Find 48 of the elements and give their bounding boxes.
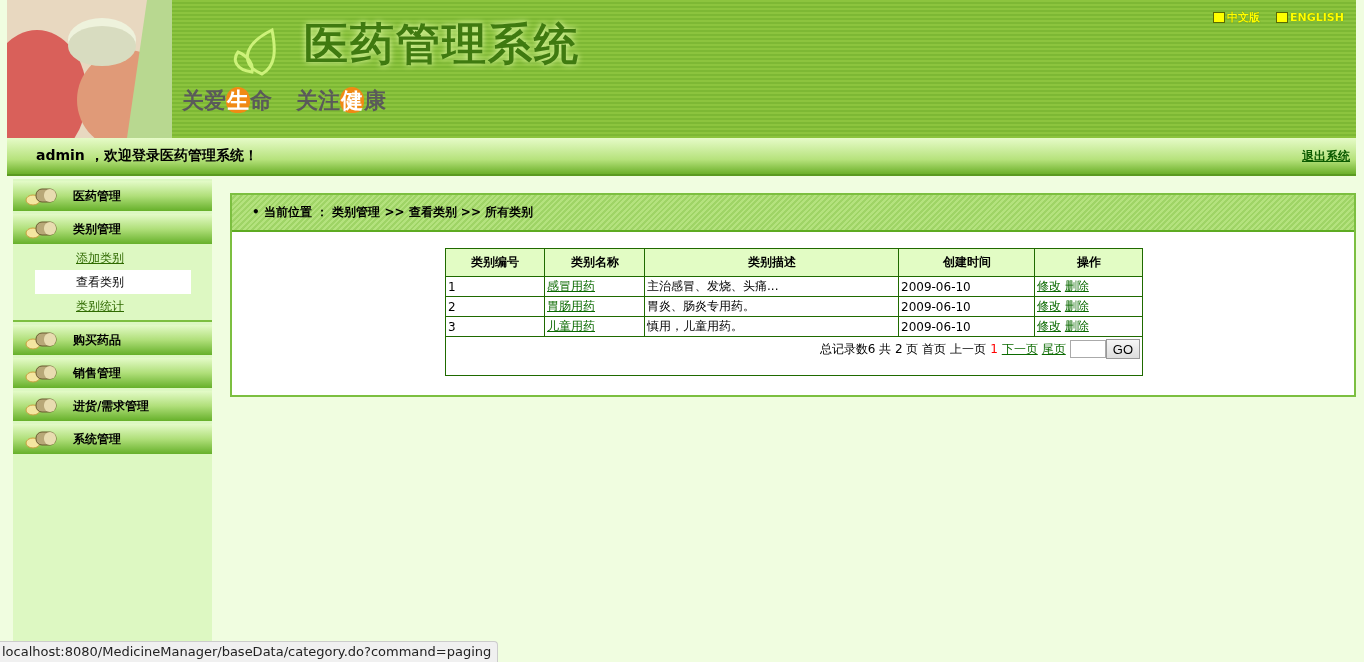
submenu-link[interactable]: 类别统计 — [35, 294, 191, 318]
submenu-link[interactable]: 查看类别 — [35, 270, 191, 294]
pager-info: 总记录数6 共 2 页 首页 上一页 — [819, 340, 987, 358]
capsule-icon — [24, 218, 60, 240]
breadcrumb: • 当前位置 ： 类别管理 >> 查看类别 >> 所有类别 — [232, 195, 1354, 232]
status-url: localhost:8080/MedicineManager/baseData/category.do?command=paging — [0, 641, 499, 662]
submenu-link[interactable]: 添加类别 — [35, 246, 191, 270]
capsule-icon — [24, 329, 60, 351]
capsule-icon — [24, 185, 60, 207]
go-button[interactable]: GO — [1105, 339, 1140, 359]
logout-link[interactable]: 退出系统 — [1302, 147, 1350, 165]
table-cell: 2009-06-10 — [898, 316, 1035, 337]
column-header: 操作 — [1034, 248, 1143, 277]
action-link[interactable]: 修改 — [1037, 319, 1061, 333]
column-header: 类别名称 — [544, 248, 645, 277]
pager-link[interactable]: 下一页 — [1001, 340, 1038, 358]
sidebar-menu-item[interactable]: 类别管理 — [13, 214, 212, 244]
column-header: 类别描述 — [644, 248, 899, 277]
table-cell: 胃炎、肠炎专用药。 — [644, 296, 899, 317]
action-link[interactable]: 修改 — [1037, 299, 1061, 313]
action-link[interactable]: 删除 — [1064, 279, 1089, 293]
table-cell: 2009-06-10 — [898, 296, 1035, 317]
column-header: 类别编号 — [445, 248, 545, 277]
app-title: 医药管理系统 — [304, 20, 580, 69]
sidebar-menu-item[interactable]: 购买药品 — [13, 325, 212, 355]
capsule-icon — [24, 395, 60, 417]
capsule-icon — [24, 428, 60, 450]
page-input[interactable] — [1069, 340, 1106, 358]
action-link[interactable]: 删除 — [1064, 319, 1089, 333]
sidebar-menu-item[interactable]: 进货/需求管理 — [13, 391, 212, 421]
table-cell: 1 — [445, 276, 545, 297]
capsule-icon — [24, 362, 60, 384]
table-cell: 2009-06-10 — [898, 276, 1035, 297]
column-header: 创建时间 — [898, 248, 1035, 277]
pager-link[interactable]: 尾页 — [1041, 340, 1066, 358]
action-link[interactable]: 删除 — [1064, 299, 1089, 313]
table-cell: 慎用，儿童用药。 — [644, 316, 899, 337]
table-cell: 3 — [445, 316, 545, 337]
welcome-message: admin ，欢迎登录医药管理系统！ — [36, 147, 258, 165]
sidebar-menu-item[interactable]: 医药管理 — [13, 181, 212, 211]
table-cell: 主治感冒、发烧、头痛... — [644, 276, 899, 297]
slogan: 关爱生命 — [182, 86, 272, 116]
action-link[interactable]: 修改 — [1037, 279, 1061, 293]
sidebar-menu-item[interactable]: 系统管理 — [13, 424, 212, 454]
table-cell: 2 — [445, 296, 545, 317]
current-page: 1 — [990, 342, 998, 356]
sidebar-menu-item[interactable]: 销售管理 — [13, 358, 212, 388]
slogan: 关注健康 — [296, 86, 386, 116]
